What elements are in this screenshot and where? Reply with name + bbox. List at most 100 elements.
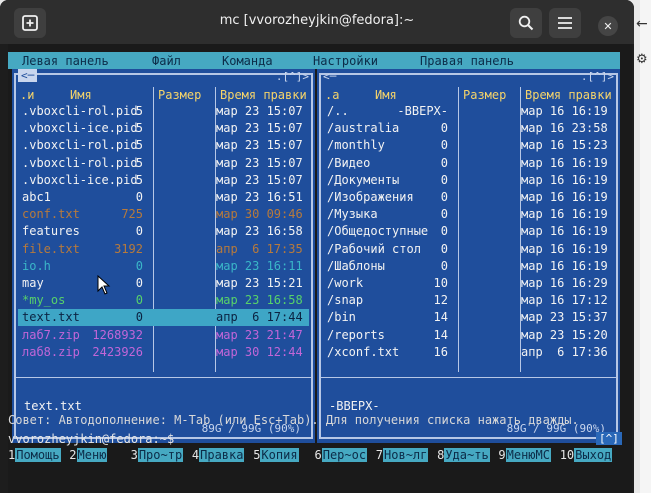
file-size: 12 xyxy=(433,293,448,308)
file-row[interactable]: file.txt 3192 апр 6 17:35 xyxy=(18,241,309,258)
file-size: 0 xyxy=(440,138,448,153)
fkey-10[interactable]: 10Выход xyxy=(560,448,613,466)
right-header-time[interactable]: Время правки xyxy=(525,88,612,102)
fkey-label: Про~тр xyxy=(137,448,184,462)
shell-prompt[interactable]: vvorozheyjkin@fedora:~$ xyxy=(8,432,174,446)
file-row[interactable]: /xconf.txt 16 апр 6 17:36 xyxy=(323,344,614,361)
file-row[interactable]: .vboxcli-rol.pid 5 мар 23 15:07 xyxy=(18,155,309,172)
file-row[interactable]: /Видео 0 мар 16 16:19 xyxy=(323,155,614,172)
right-header-sort[interactable]: .а xyxy=(325,88,339,102)
file-modified-time: мар 23 16:11 xyxy=(216,258,303,273)
fkey-label: Пер~ос xyxy=(321,448,368,462)
menu-button[interactable] xyxy=(549,8,581,38)
file-row[interactable]: /snap 12 мар 16 17:12 xyxy=(323,292,614,309)
file-modified-time: апр 6 17:36 xyxy=(521,344,608,359)
file-size: 10 xyxy=(433,276,448,290)
file-row[interactable]: *my_os 0 мар 23 16:58 xyxy=(18,292,309,309)
file-row[interactable]: /Общедоступные 0 мар 16 16:19 xyxy=(323,223,614,240)
file-size: 5 xyxy=(135,104,143,118)
right-header-size[interactable]: Размер xyxy=(463,88,506,102)
fkey-3[interactable]: 3Про~тр xyxy=(131,448,184,466)
file-name: лаб7.zip xyxy=(22,327,80,342)
file-row[interactable]: /work 10 мар 16 16:29 xyxy=(323,275,614,292)
fkey-9[interactable]: 9МенюМС xyxy=(498,448,551,466)
file-row[interactable]: abc1 0 мар 23 16:51 xyxy=(18,189,309,206)
left-header-size[interactable]: Размер xyxy=(158,88,201,102)
menu-settings[interactable]: Настройки xyxy=(313,54,378,68)
file-row[interactable]: /Изображения 0 мар 16 16:19 xyxy=(323,189,614,206)
file-modified-time: мар 23 16:51 xyxy=(216,190,303,204)
file-name: .vboxcli-ice.pid xyxy=(22,121,138,136)
file-row[interactable]: may 0 мар 23 15:21 xyxy=(18,275,309,292)
file-row[interactable]: /Шаблоны 0 мар 16 16:19 xyxy=(323,258,614,275)
fkey-7[interactable]: 7Нов~лг xyxy=(376,448,429,466)
fkey-8[interactable]: 8Уда~ть xyxy=(437,448,490,466)
left-panel[interactable]: <─ .[^]> .и Имя Размер Время правки .vbo… xyxy=(12,69,315,443)
fkey-6[interactable]: 6Пер~ос xyxy=(315,448,368,466)
function-key-bar: 1Помощь 2Меню 3Про~тр 4Правка 5Копия 6Пер~ос 7… xyxy=(8,448,620,466)
file-name: /reports xyxy=(327,327,385,342)
file-row[interactable]: /Музыка 0 мар 16 16:19 xyxy=(323,206,614,223)
file-modified-time: мар 23 15:07 xyxy=(216,121,303,136)
file-modified-time: мар 23 15:07 xyxy=(216,138,303,153)
file-row[interactable]: .vboxcli-ice.pid 5 мар 23 15:07 xyxy=(18,120,309,137)
file-row[interactable]: features 0 мар 23 16:58 xyxy=(18,223,309,240)
file-name: /work xyxy=(327,276,364,290)
file-row[interactable]: /monthly 0 мар 16 15:23 xyxy=(323,137,614,154)
arrow-left-icon[interactable]: ← xyxy=(636,16,648,32)
file-row[interactable]: /Документы 0 мар 16 16:19 xyxy=(323,172,614,189)
close-button[interactable]: ✕ xyxy=(598,16,618,36)
file-modified-time: мар 16 16:19 xyxy=(521,241,608,256)
file-row[interactable]: io.h 0 мар 23 16:11 xyxy=(18,258,309,275)
left-header-name[interactable]: Имя xyxy=(70,88,92,102)
file-size: -ВВЕРХ- xyxy=(397,104,448,118)
fkey-label: Выход xyxy=(574,448,613,462)
fkey-number: 2 xyxy=(69,448,77,462)
file-size: 3192 xyxy=(114,241,143,256)
menu-right-panel[interactable]: Правая панель xyxy=(420,54,514,68)
file-row[interactable]: /reports 14 мар 23 15:20 xyxy=(323,327,614,344)
file-row[interactable]: conf.txt 725 мар 30 09:46 xyxy=(18,206,309,223)
file-size: 0 xyxy=(135,224,143,239)
file-size: 0 xyxy=(440,258,448,273)
file-name: /Общедоступные xyxy=(327,224,429,239)
right-mini-status: -ВВЕРХ- xyxy=(329,399,380,413)
fkey-1[interactable]: 1Помощь xyxy=(8,448,61,466)
fkey-4[interactable]: 4Правка xyxy=(192,448,245,466)
left-header-time[interactable]: Время правки xyxy=(220,88,307,102)
right-panel-top-controls[interactable]: .[^]> xyxy=(581,70,614,83)
right-panel-back[interactable]: <─ xyxy=(323,70,336,83)
file-row[interactable]: лаб8.zip 2423926 мар 30 12:44 xyxy=(18,344,309,361)
file-row[interactable]: /Рабочий стол 0 мар 16 16:19 xyxy=(323,241,614,258)
file-row[interactable]: .vboxcli-rol.pid 5 мар 23 15:07 xyxy=(18,103,309,120)
menu-left-panel[interactable]: Левая панель xyxy=(22,54,109,68)
left-panel-top-controls[interactable]: .[^]> xyxy=(276,70,309,83)
file-size: 0 xyxy=(135,276,143,290)
file-row[interactable]: .vboxcli-rol.pid 5 мар 23 15:07 xyxy=(18,137,309,154)
fkey-5[interactable]: 5Копия xyxy=(253,448,299,466)
right-panel[interactable]: <─ .[^]> .а Имя Размер Время правки /.. -… xyxy=(317,69,620,443)
right-header-name[interactable]: Имя xyxy=(375,88,397,102)
file-row[interactable]: /bin 14 мар 23 15:37 xyxy=(323,309,614,326)
file-name: /Видео xyxy=(327,155,371,170)
menu-command[interactable]: Команда xyxy=(222,54,273,68)
gear-icon[interactable]: ⚙ xyxy=(636,52,648,67)
file-row[interactable]: text.txt 0 апр 6 17:44 xyxy=(18,309,309,327)
file-size: 1268932 xyxy=(92,327,143,342)
left-header-sort[interactable]: .и xyxy=(20,88,34,102)
menu-file[interactable]: Файл xyxy=(152,54,181,68)
file-size: 14 xyxy=(433,327,448,342)
left-panel-back[interactable]: <─ xyxy=(18,69,38,82)
file-row[interactable]: .vboxcli-ice.pid 5 мар 23 15:07 xyxy=(18,172,309,189)
file-name: /bin xyxy=(327,310,356,325)
file-modified-time: мар 23 16:58 xyxy=(216,224,303,239)
prompt-history-button[interactable]: [^] xyxy=(596,432,622,445)
file-row[interactable]: лаб7.zip 1268932 мар 23 21:47 xyxy=(18,327,309,344)
file-row[interactable]: /australia 0 мар 16 23:58 xyxy=(323,120,614,137)
search-button[interactable] xyxy=(510,8,542,38)
tip-line: Совет: Автодополнение: M-Tab (или Esc+Ta… xyxy=(8,413,579,427)
file-name: /Шаблоны xyxy=(327,258,385,273)
file-row[interactable]: /.. -ВВЕРХ-мар 16 16:19 xyxy=(323,103,614,120)
fkey-2[interactable]: 2Меню xyxy=(69,448,108,466)
file-size: 2423926 xyxy=(92,344,143,359)
